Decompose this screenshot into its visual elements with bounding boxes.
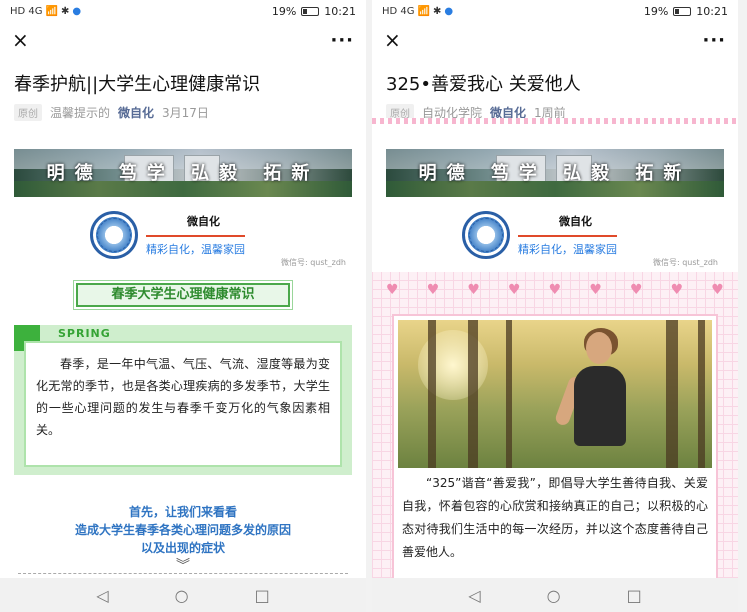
- bluetooth-icon: ✱: [60, 5, 70, 17]
- clock: 10:21: [696, 4, 728, 18]
- recent-icon[interactable]: □: [255, 586, 270, 605]
- banner-motto: 明德 笃学 弘毅 拓新: [46, 163, 320, 184]
- chevron-down-icon: ︾: [176, 558, 190, 574]
- status-bar: HD 4G 📶 ✱ ● 19% 10:21: [0, 0, 366, 22]
- heart-icon: ♥: [711, 282, 724, 298]
- wechat-id: 微信号: qust_zdh: [652, 258, 718, 267]
- heart-icon: ♥: [629, 282, 643, 298]
- content-card: “325”谐音“善爱我”，即倡导大学生善待自我、关爱自我，怀着包容的心欣赏和接纳…: [392, 314, 718, 584]
- heart-icon: ♥: [386, 282, 399, 298]
- campus-banner: 明德 笃学 弘毅 拓新: [14, 149, 352, 197]
- section-heading: 春季大学生心理健康常识: [76, 283, 290, 307]
- article-title: 春季护航||大学生心理健康常识: [14, 74, 261, 95]
- hearts-row: ♥ ♥ ♥ ♥ ♥ ♥ ♥ ♥ ♥: [372, 282, 738, 304]
- heart-icon: ♥: [508, 282, 521, 298]
- close-icon[interactable]: ×: [12, 28, 29, 52]
- signal-icon: HD 4G: [382, 5, 415, 17]
- wifi-icon: 📶: [45, 5, 58, 17]
- more-icon[interactable]: ···: [330, 30, 354, 51]
- wechat-id: 微信号: qust_zdh: [280, 258, 346, 267]
- battery-icon: [673, 6, 692, 16]
- bluetooth-icon: ✱: [432, 5, 442, 17]
- heart-icon: ♥: [670, 282, 684, 298]
- article-meta: 原创 自动化学院 微自化 1周前: [372, 102, 738, 131]
- battery-icon: [301, 6, 320, 16]
- spring-text: 春季，是一年中气温、气压、气流、湿度等最为变化无常的季节，也是各类心理疾病的多发…: [24, 341, 342, 467]
- runner-photo: [398, 320, 712, 468]
- recent-icon[interactable]: □: [627, 586, 642, 605]
- more-icon[interactable]: ···: [702, 30, 726, 51]
- phone-right: HD 4G 📶 ✱ ● 19% 10:21 × ··· 325•善爱我心 关爱他…: [372, 0, 738, 612]
- wifi-icon: 📶: [417, 5, 430, 17]
- phone-left: HD 4G 📶 ✱ ● 19% 10:21 × ··· 春季护航||大学生心理健…: [0, 0, 366, 612]
- article-meta: 原创 温馨提示的 微自化 3月17日: [0, 102, 366, 131]
- home-icon[interactable]: ○: [547, 586, 561, 605]
- battery-percent: 19%: [643, 4, 669, 18]
- heart-icon: ♥: [589, 282, 602, 298]
- pink-border-decoration: [372, 118, 738, 124]
- logo-slogan: 精彩自化，温馨家园: [146, 235, 245, 257]
- spring-label: SPRING: [58, 327, 111, 340]
- heart-icon: ♥: [426, 282, 440, 298]
- android-nav-bar: ◁ ○ □: [372, 578, 738, 612]
- top-bar: × ···: [372, 22, 738, 58]
- heart-icon: ♥: [548, 282, 562, 298]
- banner-motto: 明德 笃学 弘毅 拓新: [418, 163, 692, 184]
- body-text: “325”谐音“善爱我”，即倡导大学生善待自我、关爱自我，怀着包容的心欣赏和接纳…: [402, 476, 708, 559]
- school-logo-icon: [462, 211, 510, 259]
- top-bar: × ···: [0, 22, 366, 58]
- runner-figure: [553, 326, 640, 468]
- logo-slogan: 精彩自化，温馨家园: [518, 235, 617, 257]
- app-icon: ●: [444, 5, 454, 17]
- close-icon[interactable]: ×: [384, 28, 401, 52]
- account-link[interactable]: 微自化: [118, 104, 154, 121]
- campus-banner: 明德 笃学 弘毅 拓新: [386, 149, 724, 197]
- logo-row: 微自化 精彩自化，温馨家园 微信号: qust_zdh: [372, 197, 738, 267]
- signal-icon: HD 4G: [10, 5, 43, 17]
- app-icon: ●: [72, 5, 82, 17]
- battery-percent: 19%: [271, 4, 297, 18]
- school-logo-icon: [90, 211, 138, 259]
- back-icon[interactable]: ◁: [96, 586, 108, 605]
- original-tag: 原创: [14, 104, 42, 121]
- spring-box: SPRING 春季，是一年中气温、气压、气流、湿度等最为变化无常的季节，也是各类…: [14, 325, 352, 475]
- clock: 10:21: [324, 4, 356, 18]
- home-icon[interactable]: ○: [175, 586, 189, 605]
- heart-icon: ♥: [467, 282, 480, 298]
- status-bar: HD 4G 📶 ✱ ● 19% 10:21: [372, 0, 738, 22]
- publish-date: 3月17日: [162, 106, 209, 120]
- logo-row: 微自化 精彩自化，温馨家园 微信号: qust_zdh: [0, 197, 366, 267]
- author: 温馨提示的: [50, 106, 111, 120]
- logo-name: 微自化: [559, 215, 592, 228]
- logo-name: 微自化: [187, 215, 220, 228]
- article-title: 325•善爱我心 关爱他人: [386, 74, 581, 95]
- screenshot-pair: HD 4G 📶 ✱ ● 19% 10:21 × ··· 春季护航||大学生心理健…: [0, 0, 747, 612]
- android-nav-bar: ◁ ○ □: [0, 578, 366, 612]
- back-icon[interactable]: ◁: [468, 586, 480, 605]
- intro-text: 首先，让我们来看看 造成大学生春季各类心理问题多发的原因 以及出现的症状: [74, 505, 291, 555]
